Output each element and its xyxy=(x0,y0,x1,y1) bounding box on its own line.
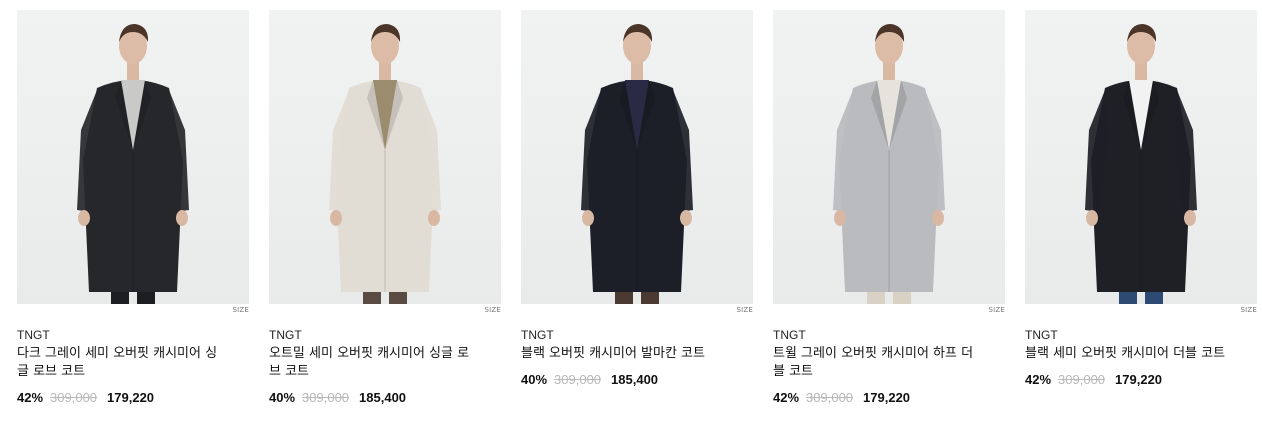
product-card[interactable]: SIZE TNGT 블랙 세미 오버핏 캐시미어 더블 코트 42% 309,0… xyxy=(1025,10,1257,387)
product-brand[interactable]: TNGT xyxy=(773,328,1005,342)
product-image[interactable] xyxy=(521,10,753,304)
product-card[interactable]: SIZE TNGT 트윌 그레이 오버핏 캐시미어 하프 더블 코트 42% 3… xyxy=(773,10,1005,405)
model-figure xyxy=(329,24,441,304)
size-label[interactable]: SIZE xyxy=(1240,306,1257,314)
discount-rate: 42% xyxy=(17,390,44,405)
product-brand[interactable]: TNGT xyxy=(1025,328,1257,342)
price-row: 42% 309,000 179,220 xyxy=(773,390,1005,405)
original-price: 309,000 xyxy=(806,390,854,405)
product-name[interactable]: 블랙 세미 오버핏 캐시미어 더블 코트 xyxy=(1025,345,1235,363)
price-row: 40% 309,000 185,400 xyxy=(269,390,501,405)
size-label[interactable]: SIZE xyxy=(988,306,1005,314)
product-card[interactable]: SIZE TNGT 다크 그레이 세미 오버핏 캐시미어 싱글 로브 코트 42… xyxy=(17,10,249,405)
product-card[interactable]: SIZE TNGT 블랙 오버핏 캐시미어 발마칸 코트 40% 309,000… xyxy=(521,10,753,387)
size-label[interactable]: SIZE xyxy=(484,306,501,314)
product-image[interactable] xyxy=(1025,10,1257,304)
size-label[interactable]: SIZE xyxy=(736,306,753,314)
model-figure xyxy=(581,24,693,304)
sale-price: 179,220 xyxy=(1115,372,1163,387)
product-card[interactable]: SIZE TNGT 오트밀 세미 오버핏 캐시미어 싱글 로브 코트 40% 3… xyxy=(269,10,501,405)
product-image[interactable] xyxy=(17,10,249,304)
product-name[interactable]: 다크 그레이 세미 오버핏 캐시미어 싱글 로브 코트 xyxy=(17,345,227,381)
product-brand[interactable]: TNGT xyxy=(521,328,753,342)
model-figure xyxy=(77,24,189,304)
discount-rate: 40% xyxy=(521,372,548,387)
price-row: 42% 309,000 179,220 xyxy=(17,390,249,405)
model-figure xyxy=(833,24,945,304)
price-row: 40% 309,000 185,400 xyxy=(521,372,753,387)
sale-price: 179,220 xyxy=(863,390,911,405)
product-image[interactable] xyxy=(269,10,501,304)
product-grid: SIZE TNGT 다크 그레이 세미 오버핏 캐시미어 싱글 로브 코트 42… xyxy=(0,0,1262,431)
price-row: 42% 309,000 179,220 xyxy=(1025,372,1257,387)
product-brand[interactable]: TNGT xyxy=(17,328,249,342)
original-price: 309,000 xyxy=(554,372,602,387)
discount-rate: 40% xyxy=(269,390,296,405)
product-brand[interactable]: TNGT xyxy=(269,328,501,342)
product-image[interactable] xyxy=(773,10,1005,304)
original-price: 309,000 xyxy=(1058,372,1106,387)
product-name[interactable]: 블랙 오버핏 캐시미어 발마칸 코트 xyxy=(521,345,731,363)
size-label[interactable]: SIZE xyxy=(232,306,249,314)
sale-price: 185,400 xyxy=(359,390,407,405)
sale-price: 185,400 xyxy=(611,372,659,387)
product-name[interactable]: 트윌 그레이 오버핏 캐시미어 하프 더블 코트 xyxy=(773,345,983,381)
original-price: 309,000 xyxy=(302,390,350,405)
model-figure xyxy=(1085,24,1197,304)
discount-rate: 42% xyxy=(1025,372,1052,387)
sale-price: 179,220 xyxy=(107,390,155,405)
discount-rate: 42% xyxy=(773,390,800,405)
product-name[interactable]: 오트밀 세미 오버핏 캐시미어 싱글 로브 코트 xyxy=(269,345,479,381)
original-price: 309,000 xyxy=(50,390,98,405)
